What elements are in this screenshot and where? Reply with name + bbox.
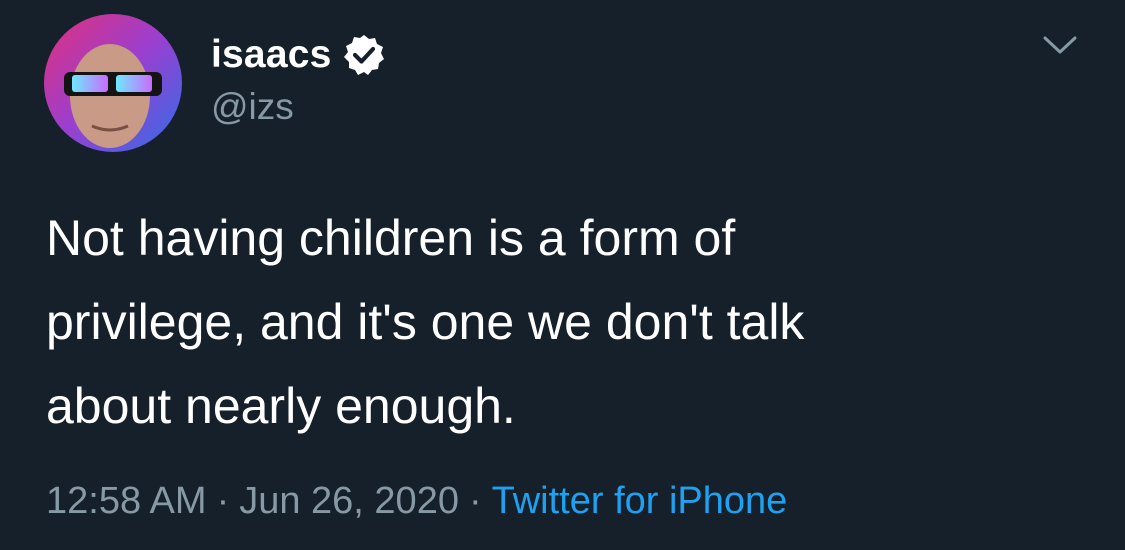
separator: · [468,480,482,522]
display-name[interactable]: isaacs [211,33,332,77]
tweet-date[interactable]: Jun 26, 2020 [239,480,459,522]
avatar[interactable] [44,14,182,152]
tweet-text: Not having children is a form of privile… [46,210,805,434]
tweet-time[interactable]: 12:58 AM [46,480,207,522]
separator: · [216,480,230,522]
author-name-row[interactable]: isaacs [211,30,386,80]
tweet-source-link[interactable]: Twitter for iPhone [492,480,788,522]
chevron-down-icon[interactable] [1040,30,1080,60]
tweet-card: isaacs @izs Not having children is a for… [0,0,1125,550]
author-handle[interactable]: @izs [211,86,294,128]
verified-badge-icon [342,33,386,77]
avatar-image [44,14,182,152]
tweet-meta: 12:58 AM · Jun 26, 2020 · Twitter for iPhone [46,480,787,523]
